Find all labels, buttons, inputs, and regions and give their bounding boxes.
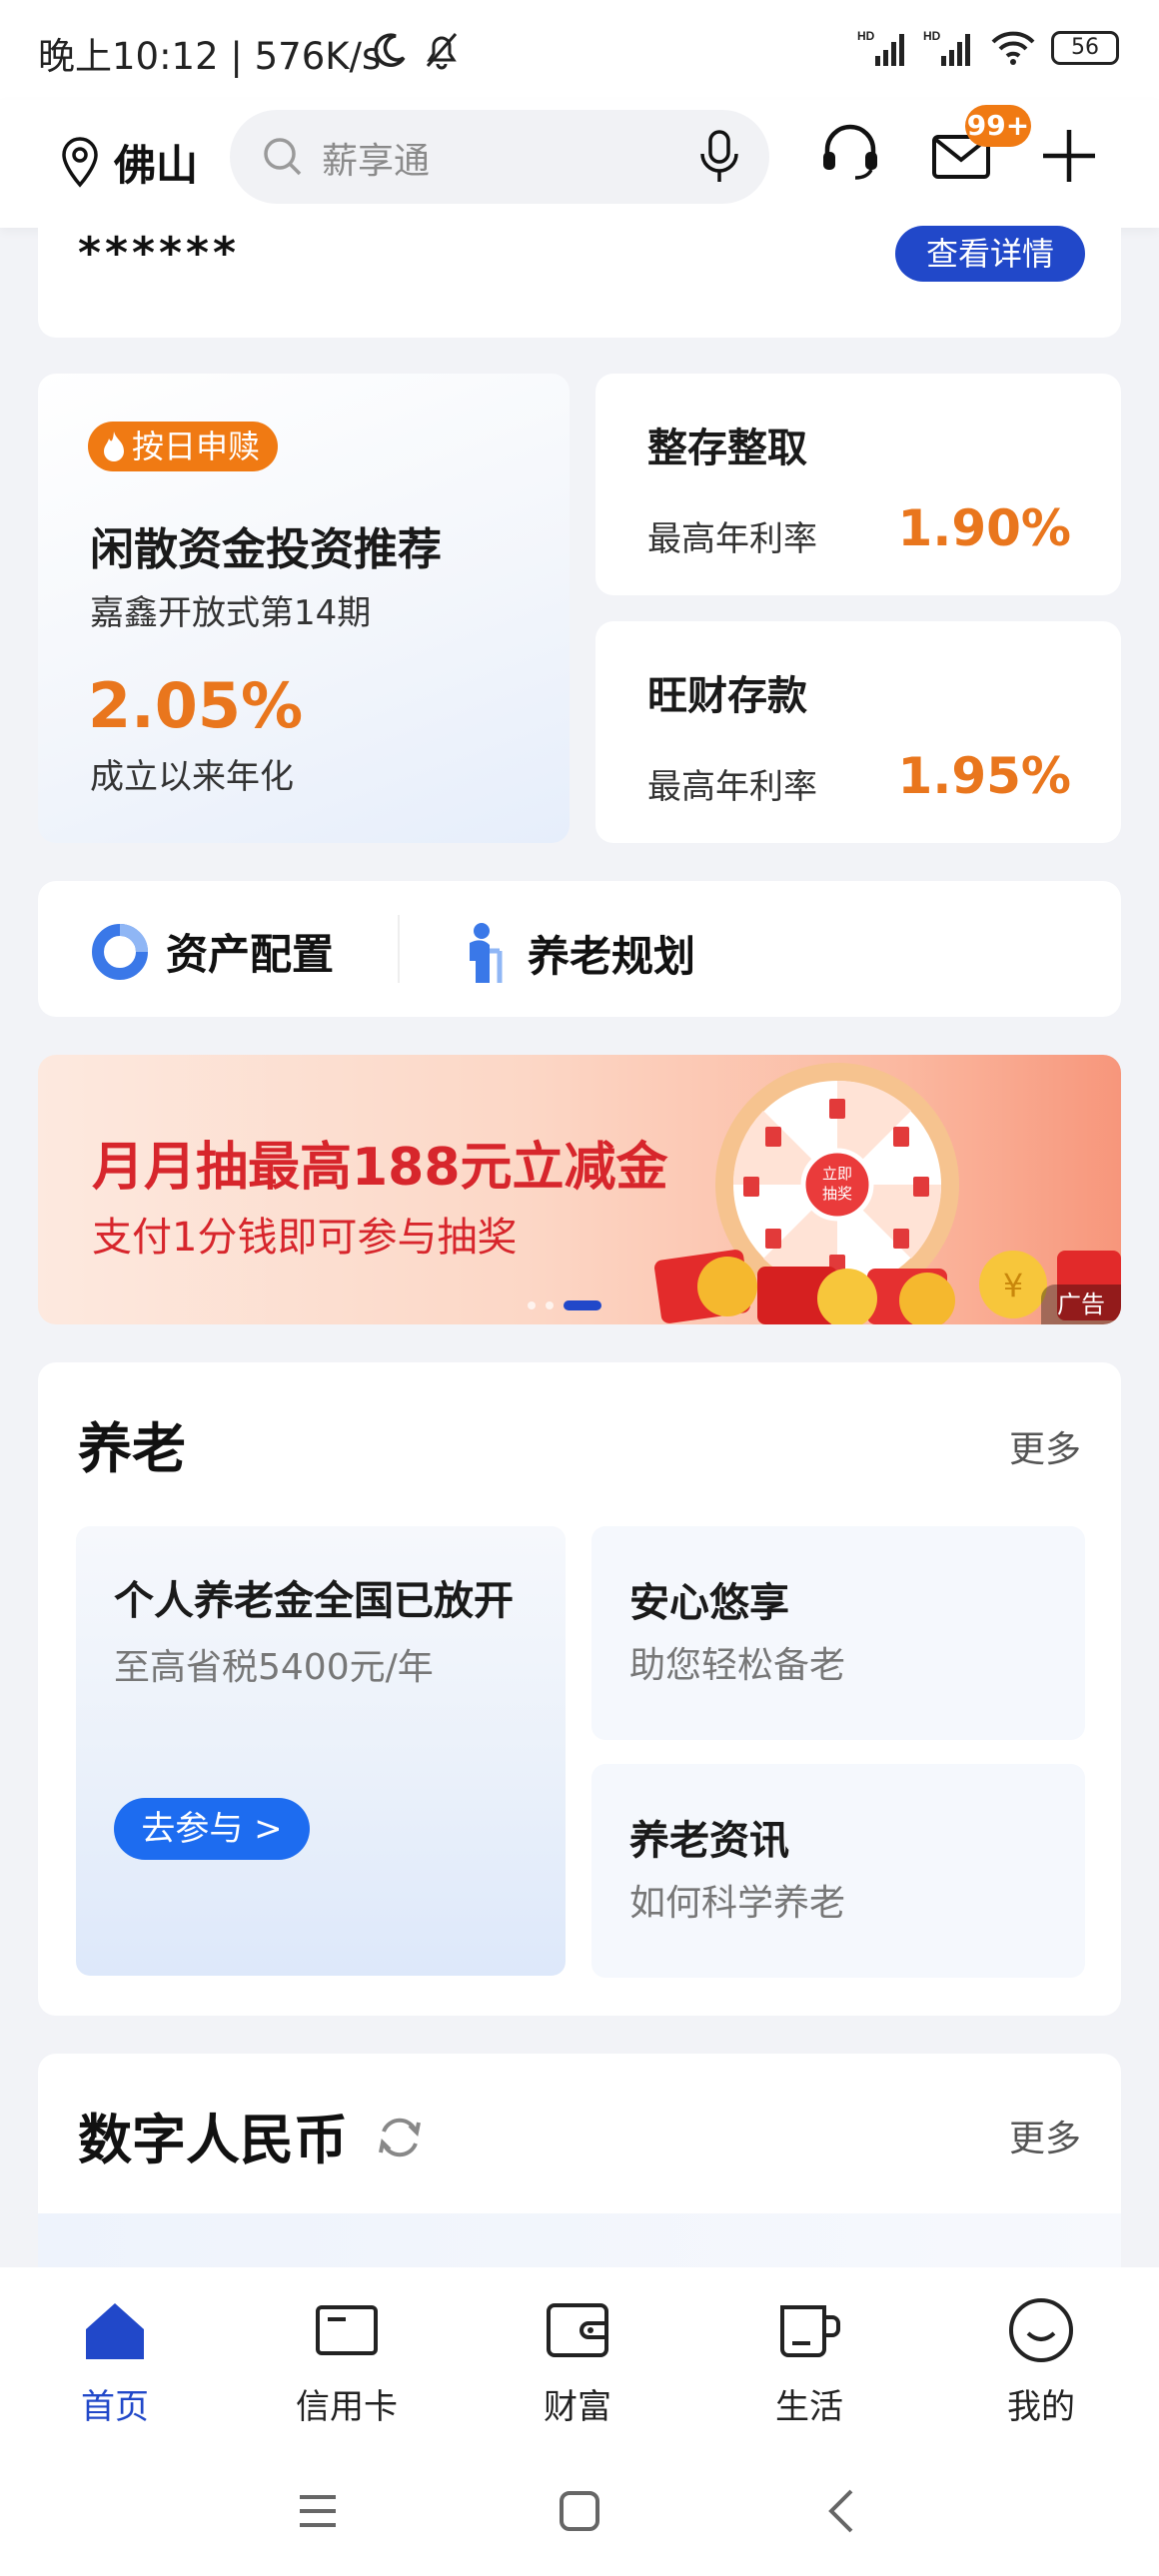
search-icon (264, 138, 302, 176)
city-name: 佛山 (114, 141, 199, 190)
location-pin-icon (62, 136, 98, 188)
pension-card-subtitle: 如何科学养老 (629, 1883, 846, 1924)
product-title: 整存整取 (647, 426, 807, 471)
signal-hd-2-icon: HD (923, 29, 970, 66)
featured-subtitle: 嘉鑫开放式第14期 (90, 593, 372, 633)
quick-link-asset-allocation[interactable]: 资产配置 (90, 921, 334, 982)
quick-links: 资产配置 养老规划 (38, 881, 1121, 1017)
banner-title: 月月抽最高188元立减金 (92, 1138, 668, 1198)
product-rate: 1.90% (897, 499, 1071, 557)
product-rate-label: 最高年利率 (647, 767, 817, 807)
product-tag-label: 按日申赎 (132, 428, 261, 465)
cup-icon (780, 2305, 840, 2357)
more-link[interactable]: 更多 (1009, 1420, 1081, 1472)
pagination-dot (528, 1301, 536, 1309)
pension-feature-card[interactable]: 个人养老金全国已放开 至高省税5400元/年 去参与 > (76, 1526, 566, 1976)
divider (398, 915, 400, 983)
status-time: 晚上10:12 | 576K/s (38, 35, 382, 78)
svg-text:HD: HD (923, 29, 941, 43)
pie-chart-icon (92, 923, 148, 980)
nav-home[interactable]: 首页 (35, 2295, 195, 2428)
quick-link-label: 资产配置 (166, 930, 335, 979)
featured-rate-label: 成立以来年化 (90, 757, 294, 797)
flame-icon (104, 431, 124, 461)
status-indicators: HD HD 56 (857, 28, 1119, 68)
pension-card-anxin[interactable]: 安心悠享 助您轻松备老 (591, 1526, 1085, 1740)
product-title: 旺财存款 (647, 673, 807, 719)
svg-text:¥: ¥ (1003, 1267, 1023, 1304)
pagination-dot (546, 1301, 554, 1309)
product-tag: 按日申赎 (88, 422, 279, 471)
ad-tag: 广告 (1041, 1285, 1121, 1324)
pension-card-title: 安心悠享 (629, 1580, 789, 1626)
pagination-dot-active (564, 1300, 601, 1310)
nav-mine[interactable]: 我的 (961, 2295, 1121, 2428)
pension-card-title: 养老资讯 (629, 1818, 789, 1864)
smiley-face-icon (1009, 2298, 1073, 2362)
lucky-wheel-illustration: 立即 抽奖 ¥ (654, 1063, 1121, 1324)
bottom-navigation: 首页 信用卡 财富 生活 我的 (0, 2267, 1159, 2447)
menu-icon[interactable] (296, 2489, 340, 2533)
product-card-fixed-deposit[interactable]: 整存整取 最高年利率 1.90% (595, 374, 1121, 595)
promo-banner[interactable]: 月月抽最高188元立减金 支付1分钱即可参与抽奖 立即 抽奖 ¥ 广告 (38, 1055, 1121, 1324)
add-icon[interactable] (1039, 126, 1099, 186)
banner-subtitle: 支付1分钱即可参与抽奖 (92, 1215, 518, 1261)
bell-muted-icon (426, 33, 458, 70)
wheel-label-2: 抽奖 (822, 1185, 852, 1203)
signal-hd-icon: HD (857, 29, 904, 66)
featured-product-card[interactable]: 按日申赎 闲散资金投资推荐 嘉鑫开放式第14期 2.05% 成立以来年化 (38, 374, 570, 843)
customer-service-icon[interactable] (817, 120, 883, 186)
nav-label: 生活 (775, 2387, 843, 2427)
featured-rate: 2.05% (88, 669, 304, 742)
battery-level: 56 (1071, 35, 1099, 60)
nav-label: 信用卡 (296, 2387, 398, 2427)
pension-card-news[interactable]: 养老资讯 如何科学养老 (591, 1764, 1085, 1978)
credit-card-icon (316, 2305, 378, 2355)
pension-section: 养老 更多 个人养老金全国已放开 至高省税5400元/年 去参与 > 安心悠享 … (38, 1362, 1121, 2016)
pension-feature-title: 个人养老金全国已放开 (114, 1578, 514, 1624)
wallet-icon (547, 2303, 608, 2357)
wheel-label-1: 立即 (822, 1165, 852, 1183)
product-rate: 1.95% (897, 747, 1071, 805)
svg-text:HD: HD (857, 29, 875, 43)
home-icon (86, 2303, 144, 2359)
nav-credit-card[interactable]: 信用卡 (267, 2295, 427, 2428)
nav-life[interactable]: 生活 (729, 2295, 889, 2428)
quick-link-retirement-planning[interactable]: 养老规划 (456, 921, 695, 985)
system-navigation-bar (0, 2447, 1159, 2576)
back-icon[interactable] (821, 2487, 861, 2535)
more-link[interactable]: 更多 (1009, 2110, 1081, 2161)
view-details-button[interactable]: 查看详情 (895, 226, 1085, 282)
home-button-icon[interactable] (556, 2487, 603, 2535)
section-title: 养老 (78, 1417, 186, 1480)
search-bar[interactable]: 薪享通 (230, 110, 769, 204)
nav-label: 首页 (81, 2387, 149, 2427)
search-placeholder: 薪享通 (322, 141, 431, 182)
section-title: 数字人民币 (78, 2109, 348, 2171)
banner-pagination (528, 1300, 601, 1310)
elderly-person-icon (470, 923, 503, 983)
wifi-icon (991, 31, 1035, 65)
product-card-wangcai-deposit[interactable]: 旺财存款 最高年利率 1.95% (595, 621, 1121, 843)
app-header: 佛山 薪享通 99+ (0, 100, 1159, 228)
battery-icon: 56 (1051, 31, 1119, 65)
moon-icon (374, 33, 406, 67)
masked-balance: ****** (78, 228, 241, 279)
quick-link-label: 养老规划 (528, 931, 696, 981)
product-rate-label: 最高年利率 (647, 519, 817, 559)
nav-label: 财富 (544, 2387, 611, 2427)
nav-label: 我的 (1007, 2387, 1075, 2427)
account-card: ****** 查看详情 (38, 226, 1121, 338)
refresh-icon[interactable] (374, 2112, 426, 2163)
pension-card-subtitle: 助您轻松备老 (629, 1645, 846, 1686)
pension-feature-subtitle: 至高省税5400元/年 (114, 1647, 434, 1688)
nav-wealth[interactable]: 财富 (498, 2295, 657, 2428)
status-bar: 晚上10:12 | 576K/s HD HD 56 (0, 0, 1159, 100)
featured-title: 闲散资金投资推荐 (90, 524, 442, 575)
mail-badge: 99+ (965, 105, 1031, 147)
city-selector[interactable]: 佛山 (58, 132, 198, 193)
microphone-icon[interactable] (697, 128, 741, 186)
join-button[interactable]: 去参与 > (114, 1798, 310, 1860)
